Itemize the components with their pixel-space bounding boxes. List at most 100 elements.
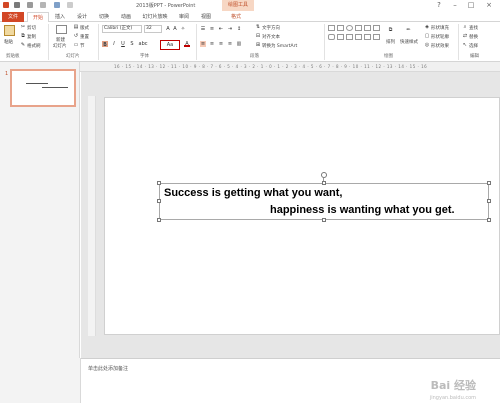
section-icon[interactable]: ▭ <box>73 42 79 48</box>
redo-icon[interactable] <box>40 2 46 8</box>
shape-pentagon[interactable] <box>355 34 362 40</box>
cut-icon[interactable]: ✂ <box>20 24 26 30</box>
shape-line[interactable] <box>328 25 335 31</box>
shape-effects-icon[interactable]: ◎ <box>424 42 430 48</box>
resize-handle-tl[interactable] <box>157 181 161 185</box>
shape-cloud[interactable] <box>373 34 380 40</box>
replace-button[interactable]: 替换 <box>469 34 478 40</box>
cut-button[interactable]: 剪切 <box>27 25 36 31</box>
shape-fill-icon[interactable]: ◈ <box>424 24 430 30</box>
char-spacing-button[interactable]: abc <box>138 41 148 47</box>
decrease-indent-icon[interactable]: ⇤ <box>218 26 224 32</box>
align-text-button[interactable]: 对齐文本 <box>262 34 280 40</box>
tab-animations[interactable]: 动画 <box>116 12 136 22</box>
clear-format-icon[interactable]: ✧ <box>180 26 186 32</box>
numbering-icon[interactable]: ≡ <box>209 26 215 32</box>
resize-handle-ml[interactable] <box>157 199 161 203</box>
grow-font-icon[interactable]: A <box>165 26 171 32</box>
shape-brace[interactable] <box>337 34 344 40</box>
new-slide-button-line2[interactable]: 幻灯片 <box>53 43 67 49</box>
shape-triangle[interactable] <box>355 25 362 31</box>
shape-outline-icon[interactable]: ▢ <box>424 33 430 39</box>
format-painter-icon[interactable]: ✎ <box>20 42 26 48</box>
paste-icon[interactable] <box>4 25 15 36</box>
underline-button[interactable]: U <box>120 41 126 47</box>
quick-styles-button[interactable]: 快速样式 <box>400 39 418 45</box>
layout-button[interactable]: 版式 <box>80 25 89 31</box>
resize-handle-tc[interactable] <box>322 181 326 185</box>
resize-handle-mr[interactable] <box>487 199 491 203</box>
shape-effects-button[interactable]: 形状效果 <box>431 43 449 49</box>
resize-handle-tr[interactable] <box>487 181 491 185</box>
tab-review[interactable]: 审阅 <box>174 12 194 22</box>
bold-button[interactable]: B <box>102 41 108 48</box>
presentation-icon[interactable] <box>54 2 60 8</box>
strikethrough-button[interactable]: S <box>129 41 135 47</box>
shape-arrow[interactable] <box>364 25 371 31</box>
resize-handle-bc[interactable] <box>322 218 326 222</box>
find-button[interactable]: 查找 <box>469 25 478 31</box>
tab-design[interactable]: 设计 <box>72 12 92 22</box>
increase-indent-icon[interactable]: ⇥ <box>227 26 233 32</box>
notes-placeholder[interactable]: 单击此处添加备注 <box>88 365 128 372</box>
tab-home[interactable]: 开始 <box>27 12 49 22</box>
layout-icon[interactable]: ▤ <box>73 24 79 30</box>
text-direction-icon[interactable]: ⇅ <box>255 24 261 30</box>
minimize-button[interactable]: – <box>448 1 462 9</box>
text-box[interactable]: Success is getting what you want, happin… <box>157 181 491 222</box>
shrink-font-icon[interactable]: A <box>172 26 178 32</box>
shape-outline-button[interactable]: 形状轮廓 <box>431 34 449 40</box>
resize-handle-br[interactable] <box>487 218 491 222</box>
reset-button[interactable]: 重置 <box>80 34 89 40</box>
quick-styles-icon[interactable]: ✏ <box>404 27 413 36</box>
italic-button[interactable]: I <box>111 41 117 47</box>
new-slide-icon[interactable] <box>56 25 67 34</box>
select-button[interactable]: 选择 <box>469 43 478 49</box>
tab-format[interactable]: 格式 <box>224 12 248 22</box>
reset-icon[interactable]: ↺ <box>73 33 79 39</box>
slide-text-line-1[interactable]: Success is getting what you want, <box>164 187 342 199</box>
justify-icon[interactable]: ≡ <box>227 41 233 47</box>
customize-qat-icon[interactable] <box>67 2 73 8</box>
slide-thumbnail[interactable] <box>10 69 76 107</box>
shape-fill-button[interactable]: 形状填充 <box>431 25 449 31</box>
paste-button[interactable]: 粘贴 <box>4 39 13 45</box>
change-case-button[interactable]: Aa <box>160 40 180 50</box>
copy-icon[interactable]: ⧉ <box>20 33 26 39</box>
columns-icon[interactable]: ▥ <box>236 41 242 47</box>
replace-icon[interactable]: ⇄ <box>462 33 468 39</box>
shape-diamond[interactable] <box>346 34 353 40</box>
font-family-select[interactable]: Calibri (正文) <box>102 25 142 33</box>
tab-slideshow[interactable]: 幻灯片放映 <box>138 12 172 22</box>
align-center-icon[interactable]: ≡ <box>209 41 215 47</box>
bullets-icon[interactable]: ☰ <box>200 26 206 32</box>
section-button[interactable]: 节 <box>80 43 85 49</box>
help-button[interactable]: ? <box>432 1 446 9</box>
close-button[interactable]: × <box>482 1 496 9</box>
select-icon[interactable]: ↖ <box>462 42 468 48</box>
resize-handle-bl[interactable] <box>157 218 161 222</box>
tab-file[interactable]: 文件 <box>2 12 24 22</box>
shape-callout[interactable] <box>364 34 371 40</box>
text-direction-button[interactable]: 文字方向 <box>262 25 280 31</box>
arrange-button[interactable]: 排列 <box>386 39 395 45</box>
line-spacing-icon[interactable]: ↕ <box>236 26 242 32</box>
convert-smartart-button[interactable]: 转换为 SmartArt <box>262 43 297 49</box>
font-color-button[interactable]: A <box>184 41 190 47</box>
align-left-icon[interactable]: ≡ <box>200 41 206 47</box>
undo-icon[interactable] <box>27 2 33 8</box>
rotate-handle[interactable] <box>321 172 327 178</box>
tab-view[interactable]: 视图 <box>196 12 216 22</box>
align-right-icon[interactable]: ≡ <box>218 41 224 47</box>
shape-rect[interactable] <box>337 25 344 31</box>
align-text-icon[interactable]: ⊟ <box>255 33 261 39</box>
font-size-select[interactable]: 32 <box>144 25 162 33</box>
slide-text-line-2[interactable]: happiness is wanting what you get. <box>270 204 455 216</box>
shape-star[interactable] <box>373 25 380 31</box>
tab-transitions[interactable]: 切换 <box>94 12 114 22</box>
smartart-icon[interactable]: ⊞ <box>255 42 261 48</box>
arrange-icon[interactable]: ⧉ <box>386 27 395 36</box>
save-icon[interactable] <box>14 2 20 8</box>
tab-insert[interactable]: 插入 <box>50 12 70 22</box>
shape-oval[interactable] <box>346 25 353 31</box>
